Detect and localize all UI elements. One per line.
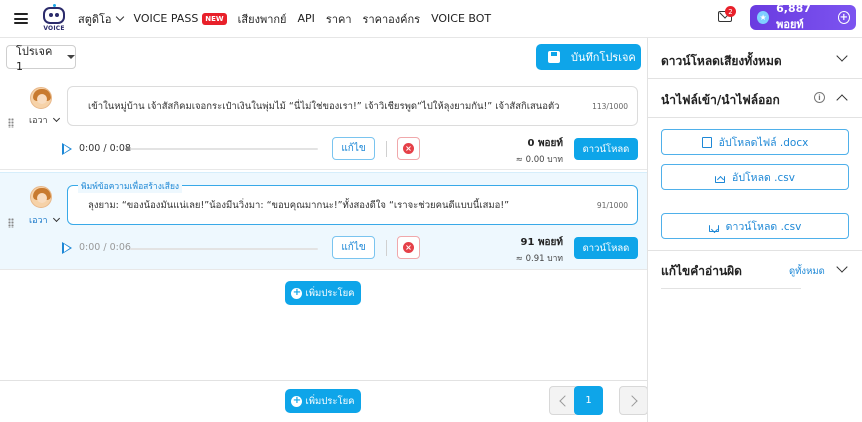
download-button[interactable]: ดาวน์โหลด	[574, 138, 638, 160]
points-summary: 0 พอยท์ ≈ 0.00 บาท	[515, 138, 563, 165]
close-icon: ×	[403, 242, 414, 253]
caret-down-icon	[67, 55, 75, 59]
logo[interactable]: VOICE	[40, 3, 68, 34]
main-nav: สตูดิโอ VOICE PASS NEW เสียงพากย์ API ราค…	[78, 10, 502, 28]
file-plus-icon	[701, 136, 712, 148]
plus-circle-icon: +	[291, 287, 303, 299]
divider	[386, 141, 387, 157]
avatar[interactable]	[30, 87, 52, 109]
audio-time: 0:00 / 0:06	[79, 242, 131, 253]
fix-misread-title: แก้ไขคำอ่านผิด	[661, 264, 742, 278]
plus-circle-icon[interactable]: +	[837, 11, 850, 24]
nav-org-price[interactable]: ราคาองค์กร	[363, 10, 421, 28]
divider	[648, 78, 862, 79]
points-button[interactable]: ★ 6,887 พอยท์ +	[750, 2, 856, 31]
new-badge: NEW	[202, 12, 227, 25]
logo-text: VOICE	[43, 24, 65, 32]
audio-time: 0:00 / 0:08	[79, 143, 131, 154]
chevron-down-icon	[52, 214, 60, 223]
chevron-down-icon	[52, 114, 60, 123]
divider	[386, 240, 387, 256]
edit-button[interactable]: แก้ไข	[332, 137, 375, 160]
add-sentence-button-bottom[interactable]: + เพิ่มประโยค	[285, 389, 361, 413]
input-floating-label: พิมพ์ข้อความเพื่อสร้างเสียง	[78, 179, 183, 193]
download-button[interactable]: ดาวน์โหลด	[574, 237, 638, 259]
download-csv-button[interactable]: ดาวน์โหลด .csv	[661, 213, 849, 239]
delete-button[interactable]: ×	[397, 236, 420, 259]
voice-select[interactable]: เอวา	[29, 213, 60, 227]
menu-icon[interactable]	[14, 13, 28, 24]
save-disk-icon	[548, 51, 560, 63]
download-all-title[interactable]: ดาวน์โหลดเสียงทั้งหมด	[661, 52, 782, 71]
sentence-row: เอวา ลุงยาม: “ของน้องมันแน่เลย!”น้องมีนว…	[0, 172, 647, 270]
delete-button[interactable]: ×	[397, 137, 420, 160]
import-export-title: นำไฟล์เข้า/นำไฟล์ออก	[661, 93, 780, 107]
drag-handle-icon[interactable]	[8, 118, 14, 128]
nav-studio[interactable]: สตูดิโอ	[78, 10, 124, 28]
points-label: 6,887 พอยท์	[776, 2, 811, 31]
chevron-right-icon	[626, 394, 638, 407]
chevron-left-icon	[559, 394, 571, 407]
avatar[interactable]	[30, 186, 52, 208]
audio-progress-track[interactable]	[130, 248, 318, 250]
nav-voice-actor[interactable]: เสียงพากย์	[238, 10, 287, 28]
char-counter: 113/1000	[592, 101, 628, 111]
audio-progress-track[interactable]	[130, 148, 318, 150]
info-icon[interactable]: i	[814, 92, 825, 103]
divider	[648, 250, 862, 251]
chevron-down-icon[interactable]	[836, 261, 848, 273]
points-summary: 91 พอยท์ ≈ 0.91 บาท	[515, 237, 563, 264]
next-page-button[interactable]	[619, 386, 648, 415]
upload-docx-button[interactable]: อัปโหลดไฟล์ .docx	[661, 129, 849, 155]
plus-circle-icon: +	[291, 395, 303, 407]
nav-voice-pass[interactable]: VOICE PASS NEW	[134, 12, 227, 25]
project-select[interactable]: โปรเจค 1	[6, 45, 76, 73]
nav-voice-bot[interactable]: VOICE BOT	[431, 12, 491, 25]
divider	[648, 117, 862, 118]
notification-badge: 2	[725, 6, 736, 17]
voice-select[interactable]: เอวา	[29, 113, 60, 127]
save-project-button[interactable]: บันทึกโปรเจค	[536, 44, 641, 70]
divider	[661, 288, 801, 289]
chevron-down-icon[interactable]	[836, 50, 848, 62]
nav-api[interactable]: API	[298, 12, 315, 25]
add-sentence-button[interactable]: + เพิ่มประโยค	[285, 281, 361, 305]
see-all-link[interactable]: ดูทั้งหมด	[789, 264, 825, 279]
chevron-up-icon[interactable]	[836, 94, 848, 106]
edit-button[interactable]: แก้ไข	[332, 236, 375, 259]
star-icon: ★	[757, 11, 770, 24]
drag-handle-icon[interactable]	[8, 218, 14, 228]
chevron-down-icon	[115, 12, 124, 22]
sentence-text-input[interactable]: เข้าในหมู่บ้าน เจ้าสัสกิคมเจอกระเป๋าเงิน…	[67, 86, 638, 126]
robot-logo-icon	[43, 6, 65, 24]
nav-price[interactable]: ราคา	[326, 10, 352, 28]
close-icon: ×	[403, 143, 414, 154]
char-counter: 91/1000	[596, 200, 628, 210]
right-panel: ดาวน์โหลดเสียงทั้งหมด นำไฟล์เข้า/นำไฟล์อ…	[647, 38, 862, 422]
download-icon	[708, 224, 719, 232]
upload-icon	[715, 175, 726, 183]
page-current[interactable]: 1	[574, 386, 603, 415]
sentence-row: เอวา เข้าในหมู่บ้าน เจ้าสัสกิคมเจอกระเป๋…	[0, 80, 647, 170]
play-icon[interactable]	[62, 242, 72, 254]
upload-csv-button[interactable]: อัปโหลด .csv	[661, 164, 849, 190]
play-icon[interactable]	[62, 143, 72, 155]
